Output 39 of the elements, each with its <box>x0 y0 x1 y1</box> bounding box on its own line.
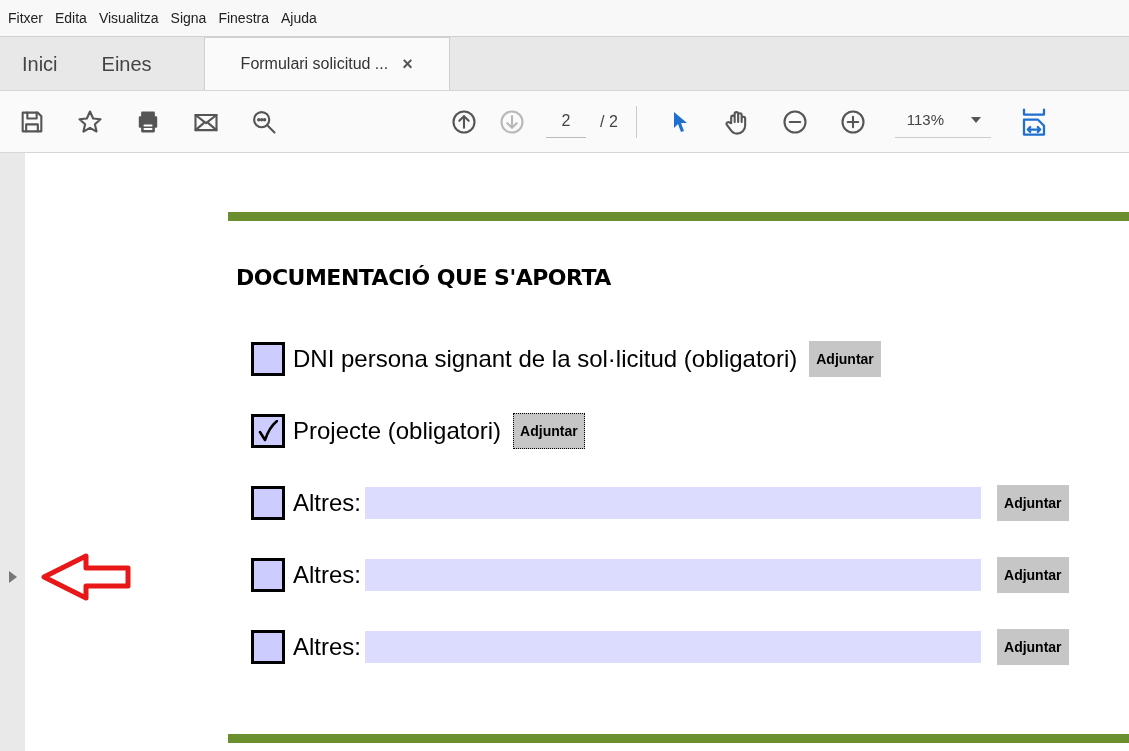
menu-item[interactable]: Edita <box>55 7 87 29</box>
checkmark-icon <box>258 420 278 442</box>
menu-item[interactable]: Ajuda <box>281 7 317 29</box>
attach-button[interactable]: Adjuntar <box>997 557 1069 593</box>
arrow-up-icon[interactable] <box>450 107 478 136</box>
menu-item[interactable]: Fitxer <box>8 7 43 29</box>
attach-button[interactable]: Adjuntar <box>809 341 881 377</box>
attach-button[interactable]: Adjuntar <box>513 413 585 449</box>
input-field[interactable] <box>365 631 981 663</box>
tab[interactable]: Inici <box>0 37 80 90</box>
zoom-in-icon[interactable] <box>838 107 867 136</box>
checkbox[interactable] <box>251 558 285 592</box>
checkbox[interactable] <box>251 414 285 448</box>
close-button[interactable]: × <box>402 50 413 78</box>
item-label: Altres: <box>293 488 361 518</box>
menu-item[interactable]: Visualitza <box>98 7 159 29</box>
arrow-left-icon <box>41 553 133 601</box>
expand-arrow-icon[interactable] <box>8 571 17 583</box>
item-label: Altres: <box>293 560 361 590</box>
zoom-dropdown[interactable]: 113% <box>894 104 991 139</box>
attach-button[interactable]: Adjuntar <box>997 629 1069 665</box>
menu-item[interactable]: Finestra <box>218 7 269 29</box>
tab[interactable]: Eines <box>79 37 174 90</box>
caret-icon <box>970 117 981 123</box>
checkbox[interactable] <box>251 630 285 664</box>
attach-button[interactable]: Adjuntar <box>997 485 1069 521</box>
item-label: Projecte (obligatori) <box>293 416 502 446</box>
item-label: Altres: <box>293 632 361 662</box>
input-field[interactable] <box>365 487 981 519</box>
section-heading: DOCUMENTACIÓ QUE S'APORTA <box>236 264 612 292</box>
checkbox[interactable] <box>251 342 285 376</box>
menu-item[interactable]: Signa <box>170 7 207 29</box>
checkbox[interactable] <box>251 486 285 520</box>
item-label: DNI persona signant de la sol·licitud (obligatori) <box>293 344 798 374</box>
tab[interactable]: Formulari solicitud ... × <box>203 37 450 90</box>
page-total: / 2 <box>600 111 618 132</box>
input-field[interactable] <box>365 559 981 591</box>
page-number-field[interactable]: 2 <box>546 105 586 138</box>
zoom-out-icon[interactable] <box>780 107 809 136</box>
